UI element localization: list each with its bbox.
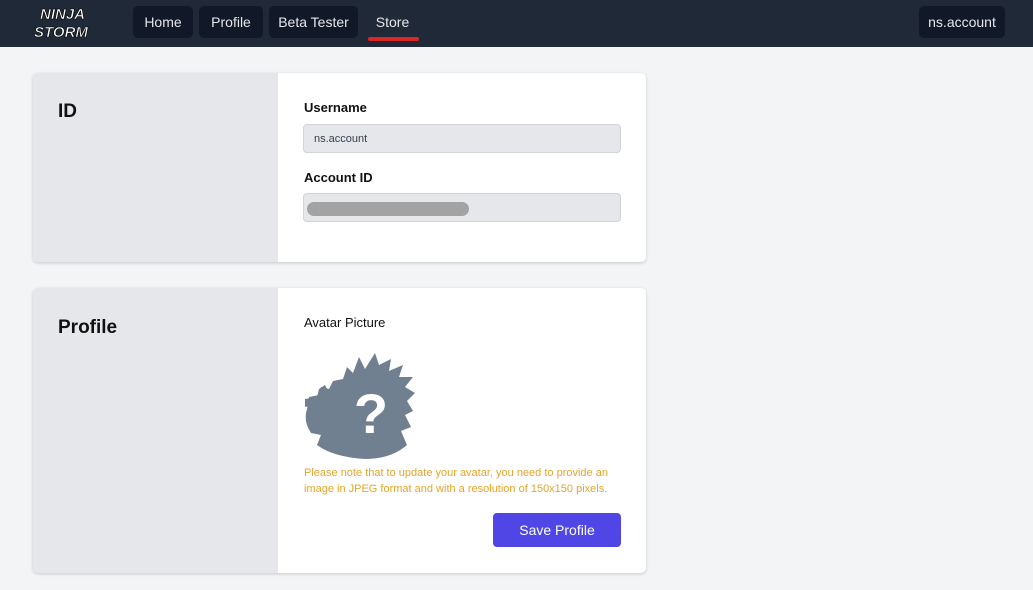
nav-store-button[interactable]: Store: [364, 6, 421, 38]
nav-profile-button[interactable]: Profile: [199, 6, 263, 38]
username-label: Username: [304, 100, 367, 115]
account-id-field: [303, 193, 621, 222]
top-navbar: NINJA STORM Home Profile Beta Tester Sto…: [0, 0, 1033, 47]
account-id-label: Account ID: [304, 170, 373, 185]
profile-card-title: Profile: [58, 317, 118, 338]
nav-beta-tester-button[interactable]: Beta Tester: [269, 6, 358, 38]
avatar-placeholder-icon[interactable]: ?: [303, 349, 417, 459]
avatar-requirements-note: Please note that to update your avatar, …: [304, 467, 608, 495]
save-profile-button[interactable]: Save Profile: [493, 513, 621, 547]
ninja-storm-logo[interactable]: NINJA STORM: [30, 2, 96, 42]
active-tab-indicator: [368, 37, 419, 41]
id-card: ID Username ns.account Account ID: [33, 73, 646, 262]
svg-text:STORM: STORM: [34, 24, 88, 41]
account-menu-button[interactable]: ns.account: [919, 6, 1005, 38]
profile-card: Profile Avatar Picture ? Please note tha…: [33, 288, 646, 573]
account-id-redacted: [307, 202, 469, 216]
username-field: ns.account: [303, 124, 621, 153]
svg-text:NINJA: NINJA: [40, 6, 85, 23]
id-card-title: ID: [58, 101, 77, 122]
svg-text:?: ?: [354, 382, 388, 445]
avatar-picture-label: Avatar Picture: [304, 315, 386, 330]
nav-home-button[interactable]: Home: [133, 6, 193, 38]
